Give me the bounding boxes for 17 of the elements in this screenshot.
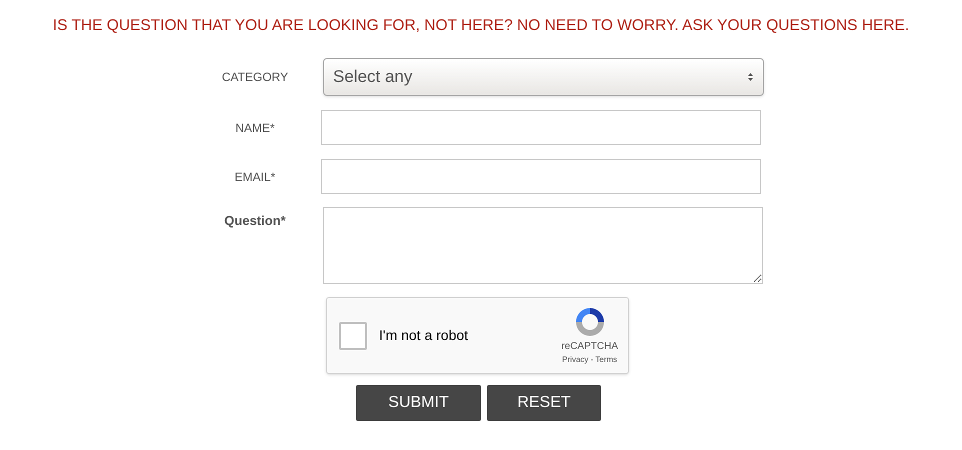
recaptcha-logo-icon	[574, 306, 606, 338]
submit-button[interactable]: SUBMIT	[356, 385, 481, 421]
captcha-brand: reCAPTCHA	[561, 340, 618, 354]
reset-button[interactable]: RESET	[487, 385, 601, 421]
sort-arrows-icon	[747, 71, 754, 83]
page-heading: IS THE QUESTION THAT YOU ARE LOOKING FOR, NOT HERE? NO NEED TO WORRY. ASK YOUR QUESTIONS HERE.	[52, 17, 910, 34]
field-label: EMAIL*	[234, 168, 276, 186]
captcha-checkbox[interactable]	[339, 322, 367, 350]
privacy-terms-links[interactable]: Privacy - Terms	[562, 354, 618, 366]
field-label: NAME*	[235, 120, 275, 136]
captcha-label: I'm not a robot	[379, 326, 468, 345]
field-label: Question*	[224, 213, 286, 228]
category-select[interactable]: Select any	[323, 58, 764, 96]
text-field[interactable]	[321, 159, 761, 194]
field-label: CATEGORY	[222, 69, 288, 86]
text-field[interactable]	[321, 110, 761, 145]
question-field[interactable]	[323, 207, 763, 284]
